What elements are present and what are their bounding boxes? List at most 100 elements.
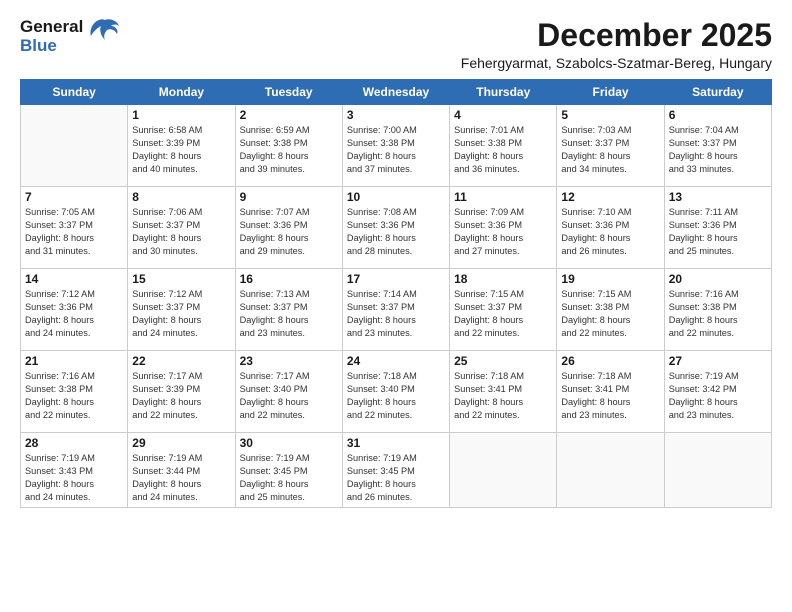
calendar-cell: 21Sunrise: 7:16 AM Sunset: 3:38 PM Dayli… (21, 351, 128, 433)
day-number: 24 (347, 354, 445, 368)
day-number: 4 (454, 108, 552, 122)
calendar-week-row: 14Sunrise: 7:12 AM Sunset: 3:36 PM Dayli… (21, 269, 772, 351)
calendar-cell: 2Sunrise: 6:59 AM Sunset: 3:38 PM Daylig… (235, 105, 342, 187)
day-info: Sunrise: 7:14 AM Sunset: 3:37 PM Dayligh… (347, 288, 445, 340)
page: General Blue December 2025 Fehergyarmat,… (0, 0, 792, 612)
logo-blue: Blue (20, 36, 57, 55)
header-tuesday: Tuesday (235, 80, 342, 105)
day-info: Sunrise: 7:01 AM Sunset: 3:38 PM Dayligh… (454, 124, 552, 176)
day-info: Sunrise: 7:08 AM Sunset: 3:36 PM Dayligh… (347, 206, 445, 258)
day-info: Sunrise: 7:11 AM Sunset: 3:36 PM Dayligh… (669, 206, 767, 258)
calendar-cell: 1 Sunrise: 6:58 AM Sunset: 3:39 PM Daylig… (128, 105, 235, 187)
calendar-cell (664, 433, 771, 508)
day-number: 8 (132, 190, 230, 204)
day-number: 16 (240, 272, 338, 286)
day-number: 22 (132, 354, 230, 368)
calendar-cell: 16 Sunrise: 7:13 AM Sunset: 3:37 PM Dayli… (235, 269, 342, 351)
day-number: 19 (561, 272, 659, 286)
calendar-week-row: 1 Sunrise: 6:58 AM Sunset: 3:39 PM Daylig… (21, 105, 772, 187)
calendar-cell: 12 Sunrise: 7:10 AM Sunset: 3:36 PM Dayli… (557, 187, 664, 269)
day-info: Sunrise: 7:03 AM Sunset: 3:37 PM Dayligh… (561, 124, 659, 176)
calendar-cell: 20 Sunrise: 7:16 AM Sunset: 3:38 PM Dayli… (664, 269, 771, 351)
day-number: 28 (25, 436, 123, 450)
day-info: Sunrise: 7:12 AM Sunset: 3:37 PM Dayligh… (132, 288, 230, 340)
calendar-cell: 18Sunrise: 7:15 AM Sunset: 3:37 PM Dayli… (450, 269, 557, 351)
day-number: 1 (132, 108, 230, 122)
calendar-cell: 19 Sunrise: 7:15 AM Sunset: 3:38 PM Dayli… (557, 269, 664, 351)
day-info: Sunrise: 7:06 AM Sunset: 3:37 PM Dayligh… (132, 206, 230, 258)
calendar-week-row: 21Sunrise: 7:16 AM Sunset: 3:38 PM Dayli… (21, 351, 772, 433)
calendar-cell (21, 105, 128, 187)
calendar-cell: 29 Sunrise: 7:19 AM Sunset: 3:44 PM Dayli… (128, 433, 235, 508)
calendar-week-row: 7 Sunrise: 7:05 AM Sunset: 3:37 PM Daylig… (21, 187, 772, 269)
calendar-week-row: 28 Sunrise: 7:19 AM Sunset: 3:43 PM Dayli… (21, 433, 772, 508)
calendar-cell: 15Sunrise: 7:12 AM Sunset: 3:37 PM Dayli… (128, 269, 235, 351)
day-info: Sunrise: 7:18 AM Sunset: 3:40 PM Dayligh… (347, 370, 445, 422)
day-number: 11 (454, 190, 552, 204)
day-info: Sunrise: 7:15 AM Sunset: 3:38 PM Dayligh… (561, 288, 659, 340)
calendar-cell: 10 Sunrise: 7:08 AM Sunset: 3:36 PM Dayli… (342, 187, 449, 269)
day-info: Sunrise: 7:18 AM Sunset: 3:41 PM Dayligh… (561, 370, 659, 422)
calendar-cell: 31Sunrise: 7:19 AM Sunset: 3:45 PM Dayli… (342, 433, 449, 508)
calendar-cell: 5 Sunrise: 7:03 AM Sunset: 3:37 PM Daylig… (557, 105, 664, 187)
day-number: 6 (669, 108, 767, 122)
calendar-cell: 6Sunrise: 7:04 AM Sunset: 3:37 PM Daylig… (664, 105, 771, 187)
title-block: December 2025 Fehergyarmat, Szabolcs-Sza… (461, 18, 772, 71)
calendar-cell: 25 Sunrise: 7:18 AM Sunset: 3:41 PM Dayli… (450, 351, 557, 433)
day-info: Sunrise: 7:13 AM Sunset: 3:37 PM Dayligh… (240, 288, 338, 340)
calendar-cell: 8 Sunrise: 7:06 AM Sunset: 3:37 PM Daylig… (128, 187, 235, 269)
main-title: December 2025 (461, 18, 772, 53)
calendar-cell: 7 Sunrise: 7:05 AM Sunset: 3:37 PM Daylig… (21, 187, 128, 269)
header-saturday: Saturday (664, 80, 771, 105)
day-number: 18 (454, 272, 552, 286)
day-number: 23 (240, 354, 338, 368)
day-number: 9 (240, 190, 338, 204)
day-info: Sunrise: 7:09 AM Sunset: 3:36 PM Dayligh… (454, 206, 552, 258)
logo-general: General (20, 17, 83, 36)
calendar-cell: 14Sunrise: 7:12 AM Sunset: 3:36 PM Dayli… (21, 269, 128, 351)
day-info: Sunrise: 7:19 AM Sunset: 3:43 PM Dayligh… (25, 452, 123, 504)
header-monday: Monday (128, 80, 235, 105)
day-number: 20 (669, 272, 767, 286)
day-number: 29 (132, 436, 230, 450)
calendar-cell: 26 Sunrise: 7:18 AM Sunset: 3:41 PM Dayli… (557, 351, 664, 433)
day-info: Sunrise: 6:58 AM Sunset: 3:39 PM Dayligh… (132, 124, 230, 176)
day-info: Sunrise: 7:18 AM Sunset: 3:41 PM Dayligh… (454, 370, 552, 422)
calendar-header-row: Sunday Monday Tuesday Wednesday Thursday… (21, 80, 772, 105)
header: General Blue December 2025 Fehergyarmat,… (20, 18, 772, 71)
day-info: Sunrise: 7:17 AM Sunset: 3:39 PM Dayligh… (132, 370, 230, 422)
day-info: Sunrise: 7:19 AM Sunset: 3:42 PM Dayligh… (669, 370, 767, 422)
day-info: Sunrise: 7:00 AM Sunset: 3:38 PM Dayligh… (347, 124, 445, 176)
day-number: 25 (454, 354, 552, 368)
calendar-cell: 23Sunrise: 7:17 AM Sunset: 3:40 PM Dayli… (235, 351, 342, 433)
calendar-cell: 28 Sunrise: 7:19 AM Sunset: 3:43 PM Dayli… (21, 433, 128, 508)
day-info: Sunrise: 7:10 AM Sunset: 3:36 PM Dayligh… (561, 206, 659, 258)
day-info: Sunrise: 7:05 AM Sunset: 3:37 PM Dayligh… (25, 206, 123, 258)
day-number: 3 (347, 108, 445, 122)
calendar-cell: 22 Sunrise: 7:17 AM Sunset: 3:39 PM Dayli… (128, 351, 235, 433)
day-number: 10 (347, 190, 445, 204)
header-friday: Friday (557, 80, 664, 105)
calendar-cell: 24 Sunrise: 7:18 AM Sunset: 3:40 PM Dayli… (342, 351, 449, 433)
calendar-cell: 27 Sunrise: 7:19 AM Sunset: 3:42 PM Dayli… (664, 351, 771, 433)
day-number: 27 (669, 354, 767, 368)
calendar-cell: 13 Sunrise: 7:11 AM Sunset: 3:36 PM Dayli… (664, 187, 771, 269)
day-number: 7 (25, 190, 123, 204)
calendar-table: Sunday Monday Tuesday Wednesday Thursday… (20, 79, 772, 508)
calendar-cell (450, 433, 557, 508)
day-number: 5 (561, 108, 659, 122)
day-number: 26 (561, 354, 659, 368)
day-number: 13 (669, 190, 767, 204)
header-sunday: Sunday (21, 80, 128, 105)
day-info: Sunrise: 7:16 AM Sunset: 3:38 PM Dayligh… (25, 370, 123, 422)
logo-bird-icon (89, 18, 121, 51)
day-info: Sunrise: 7:16 AM Sunset: 3:38 PM Dayligh… (669, 288, 767, 340)
day-info: Sunrise: 7:19 AM Sunset: 3:44 PM Dayligh… (132, 452, 230, 504)
logo: General Blue (20, 18, 121, 55)
day-info: Sunrise: 7:19 AM Sunset: 3:45 PM Dayligh… (240, 452, 338, 504)
calendar-cell: 30Sunrise: 7:19 AM Sunset: 3:45 PM Dayli… (235, 433, 342, 508)
header-thursday: Thursday (450, 80, 557, 105)
day-number: 12 (561, 190, 659, 204)
header-wednesday: Wednesday (342, 80, 449, 105)
day-number: 2 (240, 108, 338, 122)
